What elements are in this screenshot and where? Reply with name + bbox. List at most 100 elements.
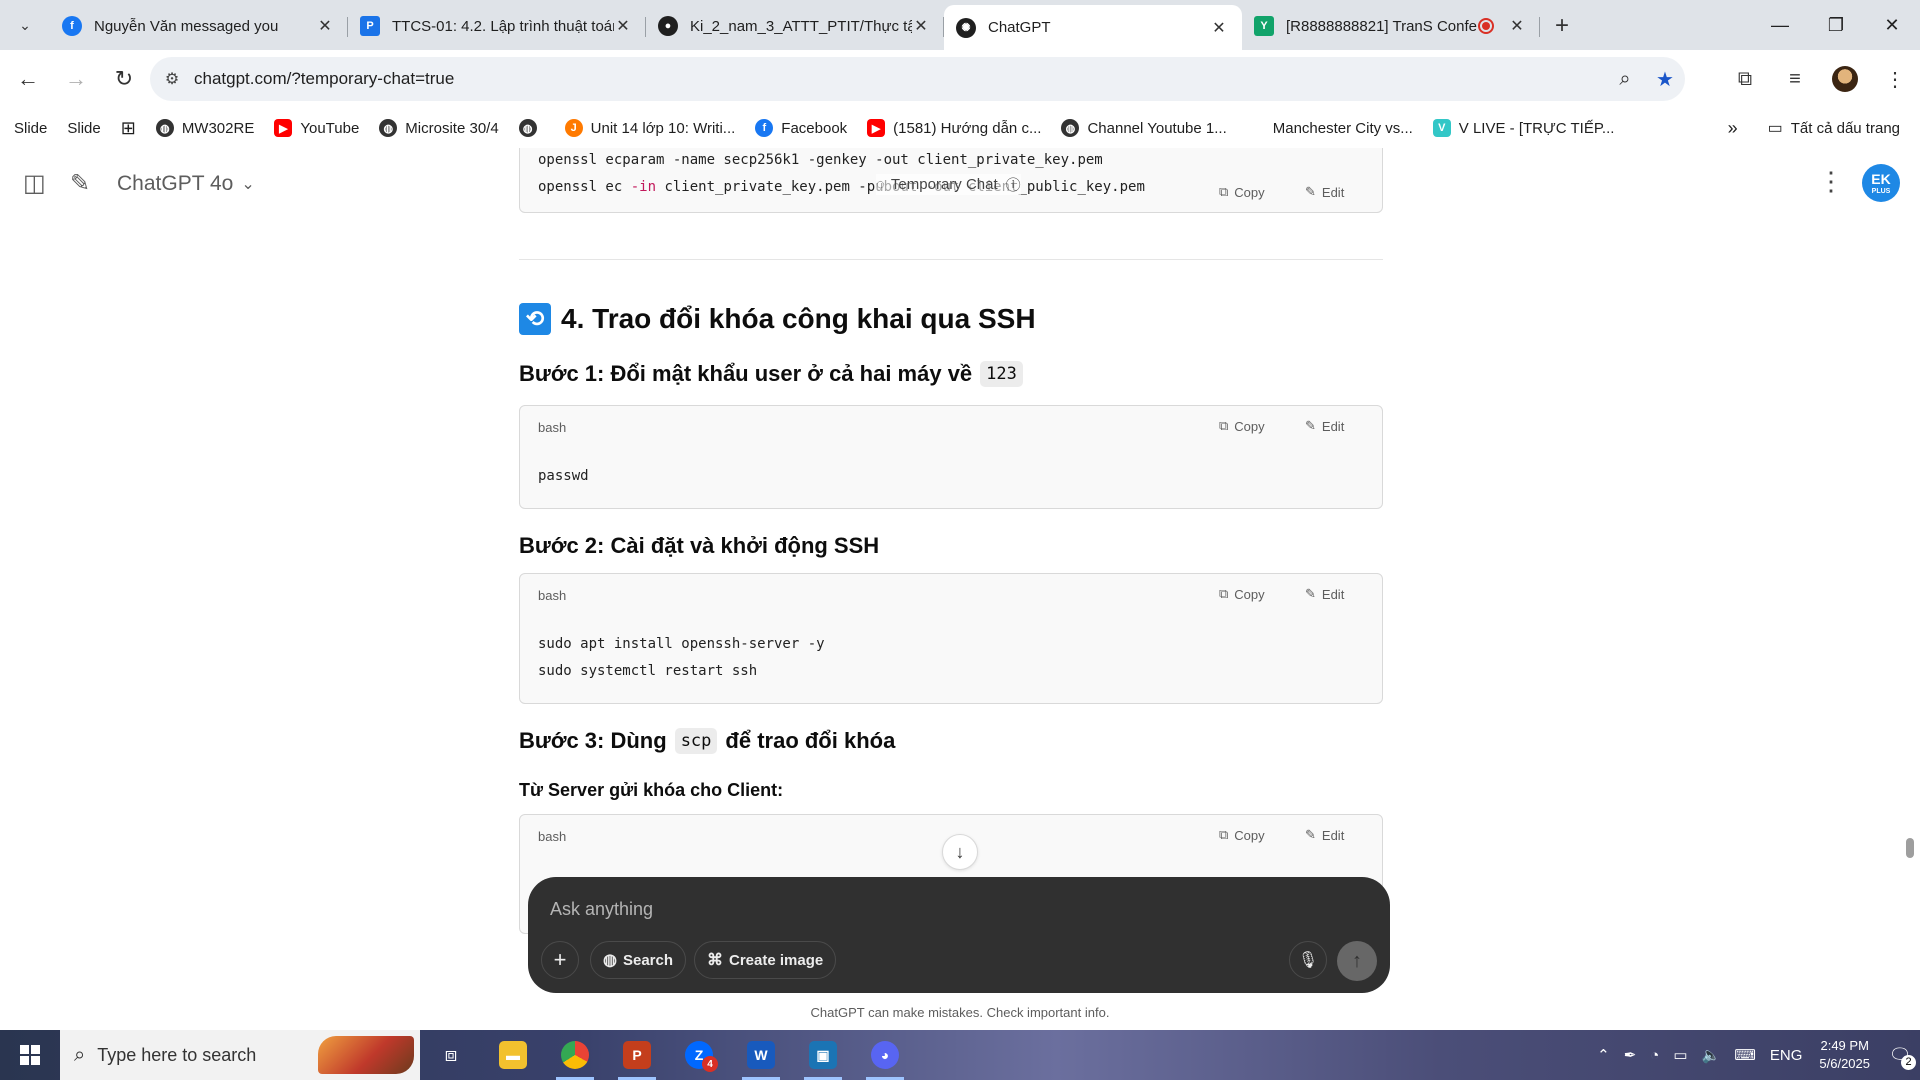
step2-heading: Bước 2: Cài đặt và khởi động SSH — [519, 533, 880, 558]
more-options-icon[interactable]: ⋮ — [1818, 166, 1844, 197]
url-text[interactable]: chatgpt.com/?temporary-chat=true — [194, 69, 1605, 89]
bookmark-mw302re[interactable]: ◍ MW302RE — [155, 119, 255, 137]
bookmark-microsite[interactable]: ◍ Microsite 30/4 — [379, 119, 499, 137]
copy-button[interactable]: ⧉ Copy — [1219, 418, 1265, 434]
taskbar-discord[interactable]: ◕ — [854, 1030, 916, 1080]
browser-tab-ttcs[interactable]: P TTCS-01: 4.2. Lập trình thuật toán ✕ — [348, 5, 646, 47]
taskbar-chrome[interactable] — [544, 1030, 606, 1080]
scrollbar-thumb[interactable] — [1906, 838, 1914, 858]
code-line: passwd — [538, 468, 589, 484]
forward-icon[interactable]: → — [56, 59, 96, 99]
taskbar-virtualbox[interactable]: ▣ — [792, 1030, 854, 1080]
start-button[interactable] — [0, 1030, 60, 1080]
clock[interactable]: 2:49 PM 5/6/2025 — [1819, 1037, 1870, 1073]
new-chat-icon[interactable]: ✎ — [70, 169, 90, 198]
show-hidden-icons-icon[interactable]: ⌃ — [1597, 1046, 1610, 1064]
attach-button[interactable]: + — [541, 941, 579, 979]
powerpoint-icon: P — [623, 1041, 651, 1069]
send-button[interactable]: ↑ — [1337, 941, 1377, 981]
minimize-icon[interactable]: — — [1752, 0, 1808, 50]
arrow-down-icon: ↓ — [955, 841, 965, 862]
create-image-button[interactable]: ⌘ Create image — [694, 941, 837, 979]
restore-icon[interactable]: ❐ — [1808, 0, 1864, 50]
close-window-icon[interactable]: ✕ — [1864, 0, 1920, 50]
browser-tab-github[interactable]: ● Ki_2_nam_3_ATTT_PTIT/Thực tập ✕ — [646, 5, 944, 47]
reload-icon[interactable]: ↻ — [104, 59, 144, 99]
bookmark-channel-youtube[interactable]: ◍ Channel Youtube 1... — [1061, 119, 1227, 137]
taskbar-word[interactable]: W — [730, 1030, 792, 1080]
copy-button[interactable]: ⧉ Copy — [1219, 827, 1265, 843]
address-bar[interactable]: ⚙ chatgpt.com/?temporary-chat=true ⌕ ★ — [150, 57, 1685, 101]
notification-center-icon[interactable]: 🗨 2 — [1880, 1045, 1920, 1070]
edit-icon: ✎ — [1305, 827, 1316, 842]
bookmark-label: MW302RE — [181, 119, 255, 137]
close-tab-icon[interactable]: ✕ — [912, 16, 930, 36]
bookmark-label: Channel Youtube 1... — [1087, 119, 1227, 137]
pen-icon[interactable]: ✒ — [1624, 1046, 1637, 1064]
message-input[interactable]: Ask anything — [550, 899, 653, 920]
bookmark-vlive[interactable]: V V LIVE - [TRỰC TIẾP... — [1432, 119, 1614, 137]
close-tab-icon[interactable]: ✕ — [1508, 16, 1526, 36]
globe-icon: ◍ — [603, 952, 617, 969]
chatgpt-icon: ✺ — [956, 17, 976, 38]
taskbar-powerpoint[interactable]: P — [606, 1030, 668, 1080]
scroll-to-bottom-button[interactable]: ↓ — [942, 834, 978, 870]
bookmark-unit14[interactable]: J Unit 14 lớp 10: Writi... — [564, 119, 735, 137]
bookmark-star-icon[interactable]: ★ — [1645, 67, 1685, 92]
voice-input-button[interactable]: 🎙 — [1289, 941, 1327, 979]
bookmark-huong-dan[interactable]: ▶ (1581) Hướng dẫn c... — [867, 119, 1041, 137]
extensions-icon[interactable]: ⧉ — [1720, 68, 1770, 91]
taskbar-file-explorer[interactable]: ▬ — [482, 1030, 544, 1080]
browser-tab-chatgpt[interactable]: ✺ ChatGPT ✕ — [944, 5, 1242, 50]
edit-icon: ✎ — [1305, 418, 1316, 433]
bookmark-globe[interactable]: ◍ — [518, 119, 545, 137]
close-tab-icon[interactable]: ✕ — [316, 16, 334, 36]
media-control-icon[interactable]: ≡ — [1770, 68, 1820, 91]
bookmark-slide-2[interactable]: Slide — [67, 120, 100, 137]
bookmark-manchester[interactable]: Manchester City vs... — [1246, 119, 1413, 137]
task-view-icon: ⧈ — [444, 1043, 458, 1066]
j-icon: J — [564, 119, 583, 137]
apps-grid-icon[interactable]: ⊞ — [121, 118, 136, 139]
globe-icon: ◍ — [379, 119, 398, 137]
edit-button[interactable]: ✎ Edit — [1305, 418, 1344, 434]
browser-tab-trans-conference[interactable]: Y [R8888888821] TranS Conference ✕ — [1242, 5, 1540, 47]
language-indicator[interactable]: ENG — [1770, 1047, 1803, 1064]
close-tab-icon[interactable]: ✕ — [1210, 18, 1228, 38]
arrow-up-icon: ↑ — [1352, 949, 1362, 972]
network-icon[interactable]: ◔ — [1650, 1047, 1659, 1064]
microphone-icon: 🎙 — [1297, 952, 1319, 969]
profile-avatar[interactable] — [1820, 66, 1870, 92]
user-avatar[interactable]: EK PLUS — [1862, 164, 1900, 202]
bookmark-slide-1[interactable]: Slide — [14, 120, 47, 137]
copy-icon: ⧉ — [1219, 827, 1229, 842]
task-view-button[interactable]: ⧈ — [420, 1030, 482, 1080]
more-bookmarks-icon[interactable]: » — [1728, 118, 1738, 139]
model-selector[interactable]: ChatGPT 4o ⌄ — [117, 172, 255, 196]
back-icon[interactable]: ← — [8, 59, 48, 99]
taskbar-zalo[interactable]: Z4 — [668, 1030, 730, 1080]
bookmark-youtube[interactable]: ▶ YouTube — [274, 119, 359, 137]
search-button[interactable]: ◍ Search — [590, 941, 687, 979]
zoom-icon[interactable]: ⌕ — [1605, 68, 1645, 91]
edit-button[interactable]: ✎ Edit — [1305, 586, 1344, 602]
info-icon[interactable]: ⓘ — [1006, 174, 1021, 195]
site-settings-icon[interactable]: ⚙ — [150, 69, 194, 89]
new-tab-button[interactable]: + — [1540, 5, 1584, 47]
bookmark-label: YouTube — [300, 119, 360, 137]
close-tab-icon[interactable]: ✕ — [614, 16, 632, 36]
copy-button[interactable]: ⧉ Copy — [1219, 586, 1265, 602]
browser-tab-facebook[interactable]: f Nguyễn Văn messaged you ✕ — [50, 5, 348, 47]
notification-count: 2 — [1901, 1054, 1916, 1070]
battery-icon[interactable]: ▭ — [1673, 1046, 1687, 1064]
sidebar-toggle-icon[interactable]: ◫ — [23, 169, 46, 198]
volume-icon[interactable]: 🔈 — [1702, 1046, 1721, 1064]
keyboard-icon[interactable]: ⌨ — [1734, 1046, 1756, 1064]
all-bookmarks-link[interactable]: Tất cả dấu trang — [1791, 120, 1900, 137]
edit-button[interactable]: ✎ Edit — [1305, 827, 1344, 843]
tab-search-button[interactable]: ⌄ — [0, 0, 50, 50]
bookmark-facebook[interactable]: f Facebook — [755, 119, 847, 137]
taskbar-search[interactable]: ⌕ Type here to search — [60, 1030, 420, 1080]
code-language: bash — [538, 588, 567, 603]
menu-kebab-icon[interactable]: ⋮ — [1870, 67, 1920, 92]
